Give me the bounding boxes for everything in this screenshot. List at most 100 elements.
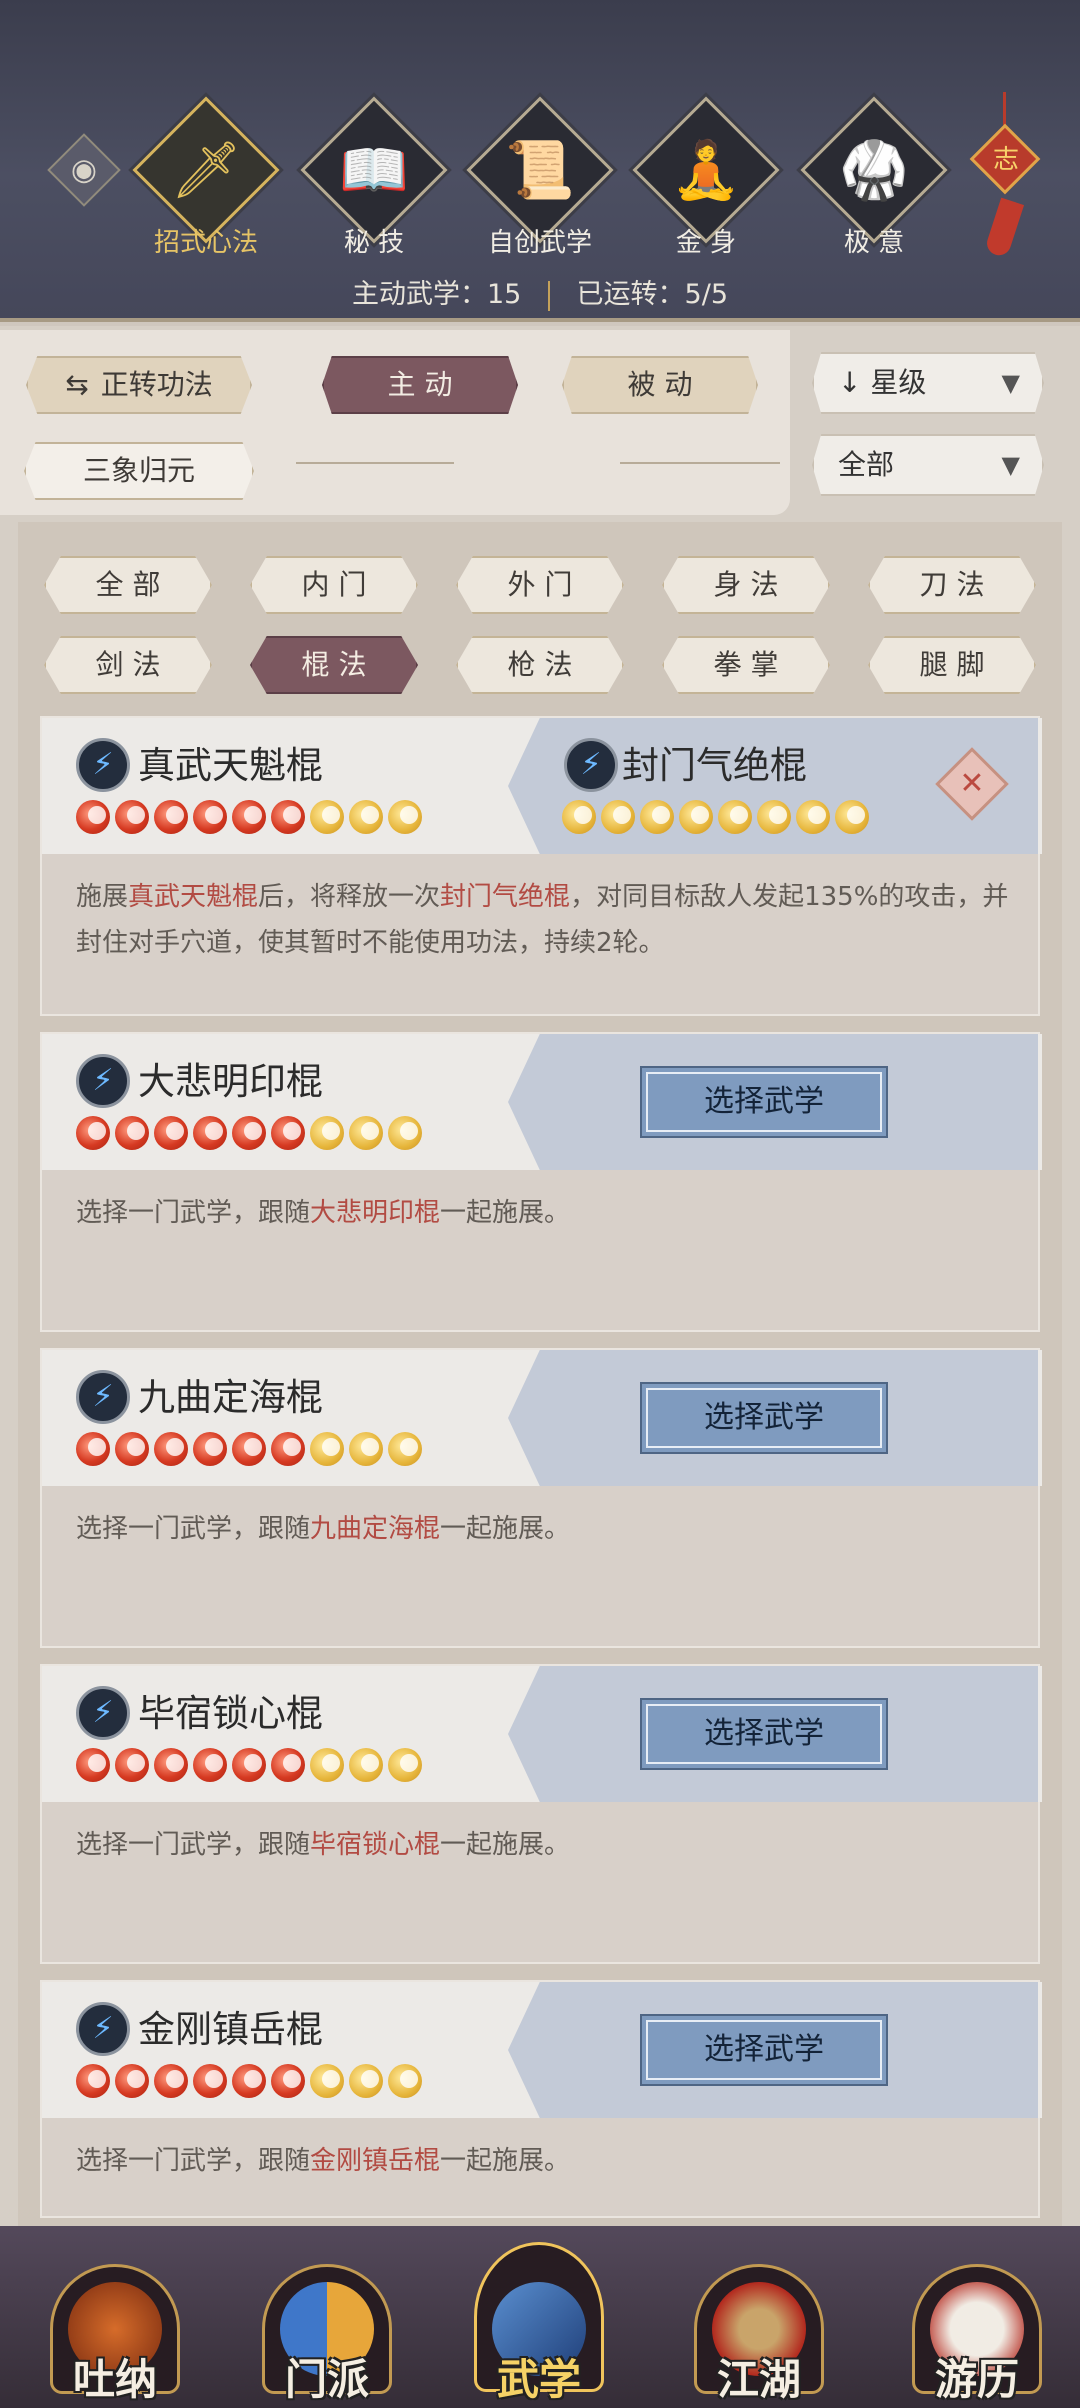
filter-chip[interactable]: 枪 法 <box>456 636 624 694</box>
star-red <box>232 1116 266 1150</box>
book-icon: 📖 <box>339 138 409 203</box>
nav-sect[interactable]: 门派 <box>252 2242 402 2404</box>
staff-icon[interactable]: ⚡ <box>76 1370 130 1424</box>
star-rating <box>562 800 869 834</box>
skill-name: 九曲定海棍 <box>138 1376 323 1419</box>
star-gold <box>349 1748 383 1782</box>
top-header: ◉ 🗡 招式心法 📖 秘 技 📜 自创武学 🧘 金 身 🥋 极 意 志 主动武学… <box>0 0 1080 322</box>
desc-text: 选择一门武学，跟随 <box>76 1198 311 1228</box>
star-red <box>115 800 149 834</box>
active-toggle[interactable]: 主 动 <box>322 356 518 414</box>
skill-combo-card: ⚡ 大悲明印棍 选择武学 选择一门武学，跟随大悲明印棍一起施展。 <box>40 1032 1042 1332</box>
staff-icon[interactable]: ⚡ <box>564 738 618 792</box>
star-gold <box>835 800 869 834</box>
nav-label: 江湖 <box>716 2355 801 2404</box>
chevron-down-icon: ▼ <box>1001 369 1020 397</box>
desc-text: 选择一门武学，跟随 <box>76 2146 311 2176</box>
staff-icon[interactable]: ⚡ <box>76 738 130 792</box>
star-gold <box>310 2064 344 2098</box>
select-skill-button[interactable]: 选择武学 <box>640 1698 888 1770</box>
skill-combo-card: ⚡ 金刚镇岳棍 选择武学 选择一门武学，跟随金刚镇岳棍一起施展。 <box>40 1980 1042 2218</box>
meditation-icon: 🧘 <box>671 138 741 203</box>
star-red <box>193 800 227 834</box>
filter-chip[interactable]: 内 门 <box>250 556 418 614</box>
star-red <box>232 1748 266 1782</box>
star-red <box>115 2064 149 2098</box>
filter-chip[interactable]: 全 部 <box>44 556 212 614</box>
star-gold <box>718 800 752 834</box>
chevron-down-icon: ▼ <box>1001 451 1020 479</box>
charm-tassel <box>983 197 1025 259</box>
star-red <box>154 800 188 834</box>
tab-label: 金 身 <box>675 228 737 258</box>
tab-moves-mind[interactable]: 🗡 招式心法 <box>128 96 288 268</box>
staff-icon[interactable]: ⚡ <box>76 2002 130 2056</box>
rotate-technique-button[interactable]: ⇆ 正转功法 <box>26 356 252 414</box>
filter-chip[interactable]: 刀 法 <box>868 556 1036 614</box>
nav-label: 游历 <box>934 2355 1019 2404</box>
star-red <box>271 1432 305 1466</box>
desc-highlight: 真武天魁棍 <box>128 882 259 912</box>
filter-chip[interactable]: 外 门 <box>456 556 624 614</box>
star-red <box>193 1432 227 1466</box>
star-red <box>154 1116 188 1150</box>
filter-chip-selected[interactable]: 棍 法 <box>250 636 418 694</box>
tab-self-created[interactable]: 📜 自创武学 <box>462 96 622 268</box>
staff-icon[interactable]: ⚡ <box>76 1054 130 1108</box>
paired-skill-name: 封门气绝棍 <box>622 744 807 787</box>
nav-travel[interactable]: 游历 <box>902 2242 1052 2404</box>
star-gold <box>310 800 344 834</box>
desc-text: 一起施展。 <box>440 1830 571 1860</box>
filter-chip[interactable]: 腿 脚 <box>868 636 1036 694</box>
active-count: 主动武学：15 <box>352 279 522 310</box>
star-red <box>115 1748 149 1782</box>
filter-chip[interactable]: 拳 掌 <box>662 636 830 694</box>
star-gold <box>388 1432 422 1466</box>
skill-combo-card: ⚡ 九曲定海棍 选择武学 选择一门武学，跟随九曲定海棍一起施展。 <box>40 1348 1042 1648</box>
star-red <box>193 2064 227 2098</box>
star-gold <box>562 800 596 834</box>
sort-dropdown[interactable]: ↓ 星级 ▼ <box>812 352 1044 414</box>
filter-chip[interactable]: 剑 法 <box>44 636 212 694</box>
sword-icon: 🗡 <box>170 138 242 203</box>
running-count: 已运转：5/5 <box>576 279 728 310</box>
desc-text: 施展 <box>76 882 129 912</box>
stance-icon: 🥋 <box>839 138 909 203</box>
star-red <box>232 800 266 834</box>
select-skill-button[interactable]: 选择武学 <box>640 1066 888 1138</box>
star-red <box>193 1748 227 1782</box>
combo-description: 选择一门武学，跟随毕宿锁心棍一起施展。 <box>76 1822 1016 1868</box>
staff-icon[interactable]: ⚡ <box>76 1686 130 1740</box>
combo-description: 选择一门武学，跟随九曲定海棍一起施展。 <box>76 1506 1016 1552</box>
combo-description: 选择一门武学，跟随金刚镇岳棍一起施展。 <box>76 2138 1016 2184</box>
select-skill-button[interactable]: 选择武学 <box>640 2014 888 2086</box>
skill-name: 毕宿锁心棍 <box>138 1692 323 1735</box>
star-red <box>271 1748 305 1782</box>
star-red <box>193 1116 227 1150</box>
star-red <box>115 1432 149 1466</box>
sanxiang-button[interactable]: 三象归元 <box>24 442 254 500</box>
nav-jianghu[interactable]: 江湖 <box>684 2242 834 2404</box>
filter-dropdown[interactable]: 全部 ▼ <box>812 434 1044 496</box>
nav-label: 吐纳 <box>72 2355 157 2404</box>
desc-text: 一起施展。 <box>440 1514 571 1544</box>
charm-button[interactable]: 志 <box>968 92 1041 292</box>
star-red <box>76 1116 110 1150</box>
tab-golden-body[interactable]: 🧘 金 身 <box>628 96 788 268</box>
nav-breathing[interactable]: 吐纳 <box>40 2242 190 2404</box>
select-skill-button[interactable]: 选择武学 <box>640 1382 888 1454</box>
star-red <box>154 1748 188 1782</box>
eye-icon: ◉ <box>70 152 98 188</box>
star-red <box>154 1432 188 1466</box>
skill-name: 金刚镇岳棍 <box>138 2008 323 2051</box>
filter-chip[interactable]: 身 法 <box>662 556 830 614</box>
tab-secret-skill[interactable]: 📖 秘 技 <box>296 96 456 268</box>
desc-highlight: 毕宿锁心棍 <box>310 1830 441 1860</box>
tab-ultimate[interactable]: 🥋 极 意 <box>796 96 956 268</box>
nav-martial-arts[interactable]: 武学 <box>464 2242 614 2404</box>
swap-icon: ⇆ <box>65 368 89 401</box>
star-red <box>154 2064 188 2098</box>
star-gold <box>388 2064 422 2098</box>
star-gold <box>640 800 674 834</box>
passive-toggle[interactable]: 被 动 <box>562 356 758 414</box>
